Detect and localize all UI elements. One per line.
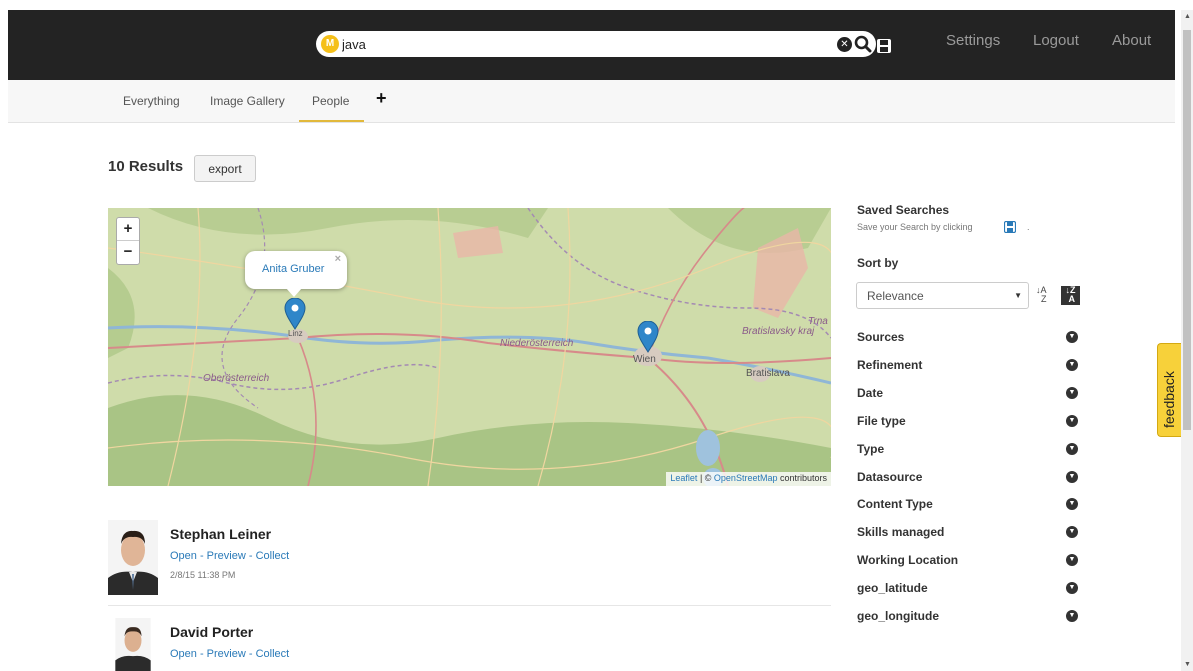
facet-row[interactable]: Type ▼ <box>857 441 1080 459</box>
sort-select-value: Relevance <box>867 289 924 303</box>
facet-row[interactable]: File type ▼ <box>857 413 1080 431</box>
zoom-in-button[interactable]: + <box>117 218 139 241</box>
chevron-down-icon[interactable]: ▼ <box>1066 471 1078 483</box>
map-label-niederoesterreich: Niederösterreich <box>500 338 574 349</box>
map-label-linz: Linz <box>288 329 303 338</box>
feedback-tab[interactable]: feedback <box>1157 343 1181 437</box>
facet-label: Datasource <box>857 470 923 484</box>
map-label-trna: Trna <box>808 316 828 327</box>
search-bar: M ✕ <box>316 31 876 57</box>
add-tab-button[interactable]: + <box>376 88 387 109</box>
facet-label: Sources <box>857 330 905 344</box>
facet-label: geo_longitude <box>857 609 939 623</box>
brand-logo-icon: M <box>321 35 339 53</box>
sort-select[interactable]: Relevance ▼ <box>856 282 1029 309</box>
facet-label: Type <box>857 442 885 456</box>
facet-row[interactable]: Working Location ▼ <box>857 552 1080 570</box>
popup-person-link[interactable]: Anita Gruber <box>262 263 324 275</box>
search-icon[interactable] <box>854 35 872 53</box>
top-bar: M ✕ Settings Logout About <box>8 10 1175 80</box>
results-count: 10 Results <box>108 158 184 175</box>
about-link[interactable]: About <box>1112 32 1151 49</box>
facet-row[interactable]: Datasource ▼ <box>857 469 1080 487</box>
chevron-down-icon[interactable]: ▼ <box>1066 359 1078 371</box>
scroll-up-arrow-icon[interactable]: ▲ <box>1184 13 1191 20</box>
chevron-down-icon[interactable]: ▼ <box>1066 554 1078 566</box>
person-actions-links[interactable]: Open - Preview - Collect <box>170 550 289 562</box>
popup-close-icon[interactable]: × <box>335 253 341 265</box>
chevron-down-icon[interactable]: ▼ <box>1066 387 1078 399</box>
map-marker-icon[interactable] <box>637 321 659 353</box>
facet-row[interactable]: Date ▼ <box>857 385 1080 403</box>
map-label-bratislavsky: Bratislavsky kraj <box>742 326 815 337</box>
facet-row[interactable]: Refinement ▼ <box>857 357 1080 375</box>
chevron-down-icon[interactable]: ▼ <box>1066 610 1078 622</box>
map-marker-icon[interactable] <box>284 298 306 330</box>
zoom-out-button[interactable]: − <box>117 241 139 264</box>
osm-link[interactable]: OpenStreetMap <box>714 473 778 483</box>
facet-row[interactable]: geo_latitude ▼ <box>857 580 1080 598</box>
caret-down-icon: ▼ <box>1014 291 1022 300</box>
facet-label: Refinement <box>857 358 923 372</box>
settings-link[interactable]: Settings <box>946 32 1000 49</box>
facet-label: Working Location <box>857 553 959 567</box>
tab-bar: Everything Image Gallery People + <box>8 80 1175 123</box>
attribution-contributors: contributors <box>777 473 827 483</box>
sort-by-title: Sort by <box>857 256 899 270</box>
attribution-separator: | © <box>697 473 714 483</box>
tab-everything[interactable]: Everything <box>123 94 180 108</box>
zoom-control: + − <box>116 217 140 265</box>
chevron-down-icon[interactable]: ▼ <box>1066 582 1078 594</box>
map-popup: Anita Gruber × <box>245 251 347 289</box>
active-tab-indicator <box>299 120 364 122</box>
clear-search-icon[interactable]: ✕ <box>837 37 852 52</box>
chevron-down-icon[interactable]: ▼ <box>1066 415 1078 427</box>
map-label-oberoesterreich: Oberösterreich <box>203 373 270 384</box>
export-button[interactable]: export <box>194 155 256 182</box>
results-map[interactable]: Niederösterreich Oberösterreich Bratisla… <box>108 208 831 486</box>
facet-label: geo_latitude <box>857 581 928 595</box>
facet-label: File type <box>857 414 906 428</box>
saved-searches-hint: Save your Search by clicking <box>857 222 973 232</box>
saved-searches-title: Saved Searches <box>857 203 950 217</box>
saved-hint-period: . <box>1027 222 1030 232</box>
search-input[interactable] <box>342 34 822 54</box>
logout-link[interactable]: Logout <box>1033 32 1079 49</box>
map-label-wien: Wien <box>633 354 656 365</box>
popup-tip <box>286 288 302 297</box>
facet-row[interactable]: Skills managed ▼ <box>857 524 1080 542</box>
feedback-label: feedback <box>1161 371 1177 428</box>
tab-people[interactable]: People <box>312 94 349 108</box>
facet-row[interactable]: geo_longitude ▼ <box>857 608 1080 626</box>
person-name[interactable]: Stephan Leiner <box>170 526 271 542</box>
chevron-down-icon[interactable]: ▼ <box>1066 443 1078 455</box>
facet-label: Date <box>857 386 884 400</box>
scroll-thumb[interactable] <box>1183 30 1191 430</box>
sort-descending-icon[interactable]: ↓Z A <box>1061 286 1080 305</box>
result-divider <box>108 605 831 606</box>
avatar <box>108 618 158 671</box>
sort-ascending-icon[interactable]: ↓A Z <box>1036 286 1053 304</box>
floppy-disk-icon[interactable] <box>1004 221 1016 233</box>
person-actions-links[interactable]: Open - Preview - Collect <box>170 648 289 660</box>
leaflet-link[interactable]: Leaflet <box>670 473 697 483</box>
map-label-bratislava: Bratislava <box>746 368 790 379</box>
scroll-down-arrow-icon[interactable]: ▼ <box>1184 661 1191 668</box>
chevron-down-icon[interactable]: ▼ <box>1066 331 1078 343</box>
map-attribution: Leaflet | © OpenStreetMap contributors <box>666 472 831 486</box>
facet-label: Content Type <box>857 497 933 511</box>
facet-row[interactable]: Sources ▼ <box>857 329 1080 347</box>
save-search-icon[interactable] <box>876 38 892 54</box>
facet-label: Skills managed <box>857 525 945 539</box>
person-name[interactable]: David Porter <box>170 624 253 640</box>
map-tiles <box>108 208 831 486</box>
chevron-down-icon[interactable]: ▼ <box>1066 498 1078 510</box>
person-date: 2/8/15 11:38 PM <box>170 570 236 580</box>
page-scrollbar[interactable]: ▲ ▼ <box>1181 10 1193 671</box>
tab-image-gallery[interactable]: Image Gallery <box>210 94 285 108</box>
chevron-down-icon[interactable]: ▼ <box>1066 526 1078 538</box>
facet-row[interactable]: Content Type ▼ <box>857 496 1080 514</box>
avatar <box>108 520 158 595</box>
